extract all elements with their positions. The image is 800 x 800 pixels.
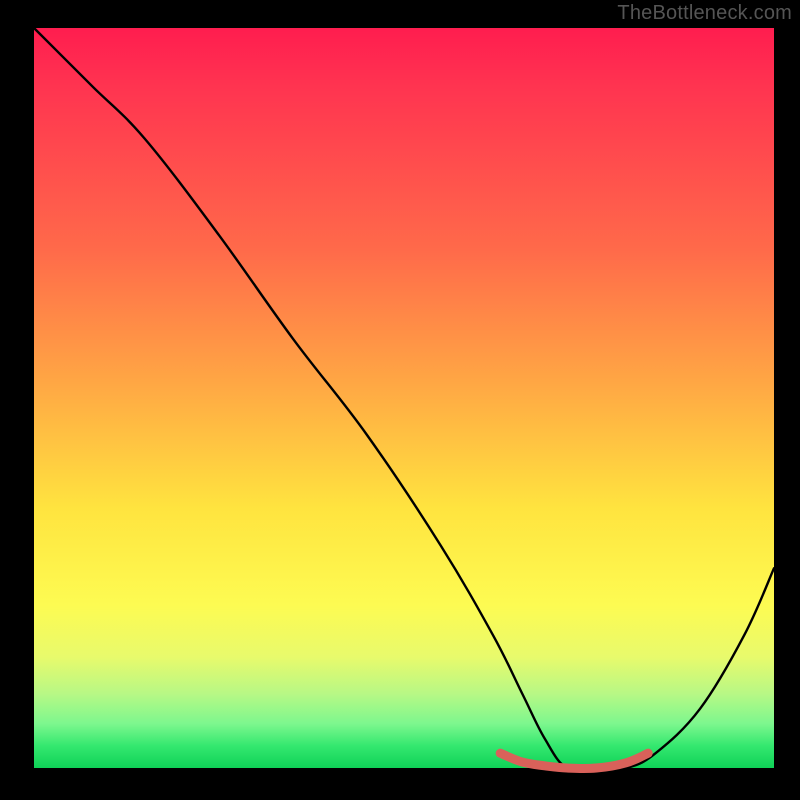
watermark-text: TheBottleneck.com [617, 2, 792, 25]
plot-area [34, 28, 774, 768]
optimal-range-highlight [500, 753, 648, 768]
curve-layer [34, 28, 774, 768]
bottleneck-curve [34, 28, 774, 770]
chart-frame: TheBottleneck.com [0, 0, 800, 800]
